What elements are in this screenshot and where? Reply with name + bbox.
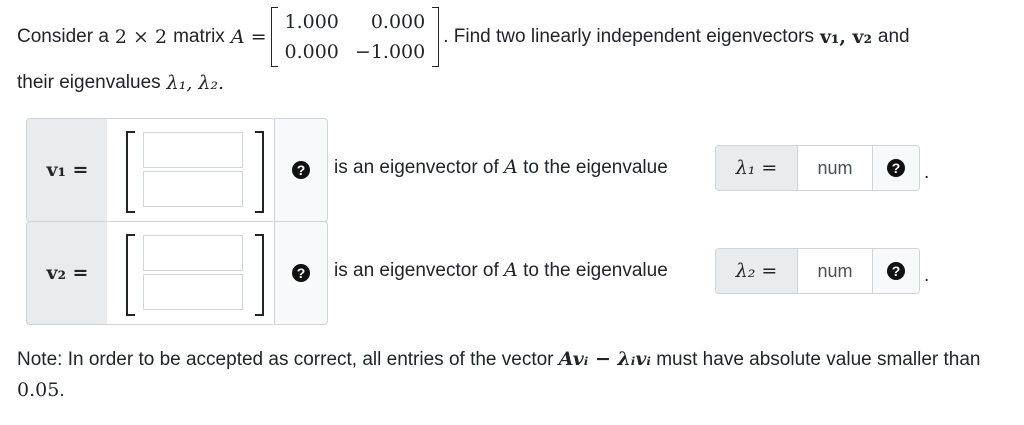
vector-label: v₁ = xyxy=(26,118,109,222)
vector-list: v₁, v₂ xyxy=(819,26,872,48)
left-bracket xyxy=(126,234,135,316)
eigenvalue-help-button[interactable]: ? xyxy=(872,249,919,293)
vector-entry-1[interactable] xyxy=(143,132,243,168)
note-text: Note: In order to be accepted as correct… xyxy=(17,348,981,401)
eigenvector-statement: is an eigenvector of A to the eigenvalue xyxy=(334,259,668,281)
matrix-cell: 0.000 xyxy=(370,11,426,33)
matrix-A: 1.000 0.000 0.000 −1.000 xyxy=(270,7,440,67)
period: . xyxy=(924,265,930,286)
vector-label: v₂ = xyxy=(26,221,109,325)
problem-statement-line1: Consider a 2 × 2 matrix A = 1.000 0.000 … xyxy=(17,4,910,70)
tolerance-value: 0.05 xyxy=(17,379,60,401)
eigenvalue-input[interactable] xyxy=(798,249,872,293)
eigenvalue-help-button[interactable]: ? xyxy=(872,146,919,190)
consider-text: Consider a xyxy=(17,26,109,47)
left-bracket xyxy=(126,131,135,213)
eigenvalue-label: λ₁ = xyxy=(716,146,798,190)
period: . xyxy=(924,162,930,183)
vector-entry-1[interactable] xyxy=(143,235,243,271)
vector-input-group xyxy=(107,118,273,222)
lambda-list: λ₁, λ₂. xyxy=(166,72,225,94)
matrix-dims: 2 × 2 xyxy=(114,26,168,48)
vector-input-group xyxy=(107,221,273,325)
question-icon: ? xyxy=(292,161,310,179)
eigenvector-statement: is an eigenvector of A to the eigenvalue xyxy=(334,156,668,178)
eigenvalue-input-group: λ₁ = ? xyxy=(715,145,920,191)
matrix-cell: −1.000 xyxy=(354,41,426,63)
right-bracket xyxy=(255,234,264,316)
question-icon: ? xyxy=(887,262,905,280)
vector-entry-2[interactable] xyxy=(143,171,243,207)
eigenvalue-label: λ₂ = xyxy=(716,249,798,293)
find-text: . Find two linearly independent eigenvec… xyxy=(443,26,814,47)
vector-help-button[interactable]: ? xyxy=(274,118,328,222)
matrix-name: A = xyxy=(230,26,267,48)
question-icon: ? xyxy=(292,264,310,282)
eigenvalue-input[interactable] xyxy=(798,146,872,190)
eigen-row-2: v₂ = ? is an eigenvector of A to the eig… xyxy=(26,221,930,325)
matrix-word: matrix xyxy=(173,26,225,47)
eigenvalue-input-group: λ₂ = ? xyxy=(715,248,920,294)
and-text: and xyxy=(877,26,910,47)
vector-entry-2[interactable] xyxy=(143,274,243,310)
matrix-cell: 0.000 xyxy=(284,41,339,63)
eigen-row-1: v₁ = ? is an eigenvector of A to the eig… xyxy=(26,118,930,222)
problem-statement-line2: their eigenvalues λ₁, λ₂. xyxy=(17,68,224,98)
matrix-cell: 1.000 xyxy=(284,11,339,33)
residual-expression: Avᵢ − λᵢvᵢ xyxy=(558,348,651,370)
question-icon: ? xyxy=(887,159,905,177)
vector-help-button[interactable]: ? xyxy=(274,221,328,325)
right-bracket xyxy=(255,131,264,213)
eigenvalues-text: their eigenvalues xyxy=(17,72,161,93)
